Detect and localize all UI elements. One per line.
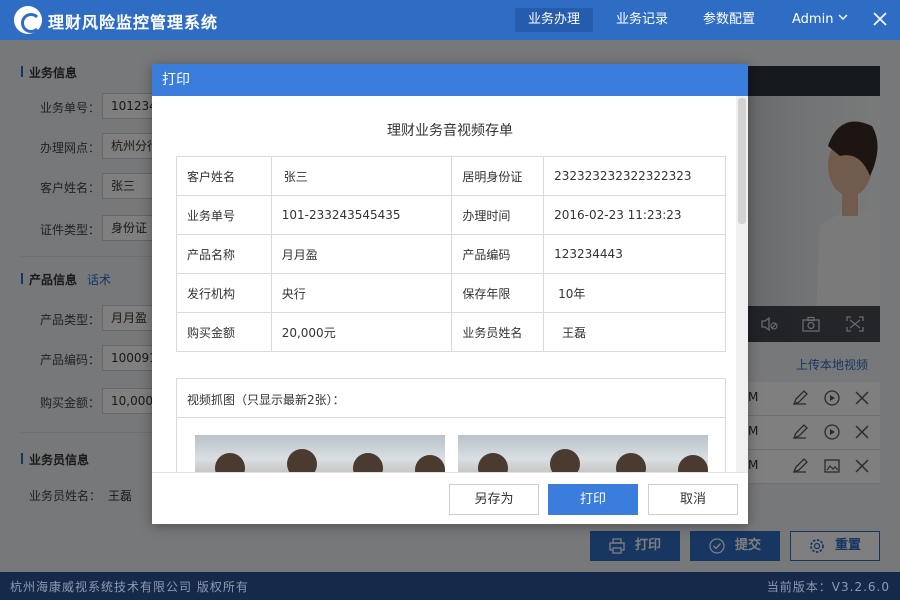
status-bar: 杭州海康威视系统技术有限公司 版权所有 当前版本：V3.2.6.0 <box>0 572 900 600</box>
snapshot-figure <box>415 455 445 472</box>
snapshot-figure <box>215 453 245 472</box>
table-row: 业务单号 101-233243545435 办理时间 2016-02-23 11… <box>176 195 726 235</box>
table-cell-label: 购买金额 <box>176 312 272 352</box>
snapshot-box: 视频抓图（只显示最新2张）： <box>176 378 726 472</box>
dialog-body[interactable]: 理财业务音视频存单 客户姓名 张三 居明身份证 2323232323223223… <box>152 96 748 472</box>
app-logo-icon <box>14 6 42 34</box>
snapshot-image[interactable] <box>195 435 445 472</box>
cancel-button[interactable]: 取消 <box>648 484 738 515</box>
snapshot-image[interactable] <box>458 435 708 472</box>
chevron-down-icon[interactable] <box>838 12 848 22</box>
dialog-footer: 另存为 打印 取消 <box>152 472 748 524</box>
snapshot-figure <box>287 449 317 472</box>
table-cell-label: 居明身份证 <box>451 156 545 196</box>
table-cell-value: 2016-02-23 11:23:23 <box>543 195 726 235</box>
table-row: 购买金额 20,000元 业务员姓名 王磊 <box>176 312 726 352</box>
table-cell-label: 产品名称 <box>176 234 272 274</box>
nav-records[interactable]: 业务记录 <box>603 8 681 32</box>
dialog-title: 打印 <box>152 64 748 96</box>
copyright-text: 杭州海康威视系统技术有限公司 版权所有 <box>10 580 249 594</box>
table-cell-value: 王磊 <box>543 312 726 352</box>
table-cell-label: 办理时间 <box>451 195 545 235</box>
table-cell-value: 101-233243545435 <box>270 195 453 235</box>
table-row: 发行机构 央行 保存年限 10年 <box>176 273 726 313</box>
table-cell-value: 123234443 <box>543 234 726 274</box>
divider <box>177 417 725 418</box>
table-cell-label: 业务员姓名 <box>451 312 545 352</box>
top-bar: 理财风险监控管理系统 业务办理 业务记录 参数配置 Admin <box>0 0 900 40</box>
nav-settings[interactable]: 参数配置 <box>690 8 768 32</box>
scrollbar-thumb[interactable] <box>738 98 746 224</box>
snapshot-figure <box>478 453 508 472</box>
snapshot-figure <box>616 453 646 472</box>
table-row: 客户姓名 张三 居明身份证 232323232322322323 <box>176 156 726 196</box>
snapshot-figure <box>353 453 383 472</box>
version-text: 当前版本：V3.2.6.0 <box>766 580 890 594</box>
info-table: 客户姓名 张三 居明身份证 232323232322322323 业务单号 10… <box>176 156 726 352</box>
snapshot-label: 视频抓图（只显示最新2张）： <box>187 393 345 407</box>
snapshot-figure <box>678 455 708 472</box>
dialog-print-button[interactable]: 打印 <box>548 484 638 515</box>
print-dialog: 打印 理财业务音视频存单 客户姓名 张三 居明身份证 2323232323223… <box>152 64 748 524</box>
table-cell-value: 张三 <box>270 156 453 196</box>
snapshot-figure <box>550 449 580 472</box>
table-cell-value: 20,000元 <box>270 312 453 352</box>
table-cell-label: 保存年限 <box>451 273 545 313</box>
table-cell-label: 业务单号 <box>176 195 272 235</box>
table-cell-label: 发行机构 <box>176 273 272 313</box>
table-cell-label: 产品编码 <box>451 234 545 274</box>
table-cell-value: 232323232322322323 <box>543 156 726 196</box>
table-cell-value: 央行 <box>270 273 453 313</box>
close-icon[interactable] <box>872 11 888 27</box>
app-title: 理财风险监控管理系统 <box>48 13 219 32</box>
table-cell-value: 10年 <box>543 273 726 313</box>
document-title: 理财业务音视频存单 <box>387 123 513 139</box>
user-menu[interactable]: Admin <box>792 8 833 32</box>
table-cell-value: 月月盈 <box>270 234 453 274</box>
table-row: 产品名称 月月盈 产品编码 123234443 <box>176 234 726 274</box>
nav-business[interactable]: 业务办理 <box>515 8 593 32</box>
table-cell-label: 客户姓名 <box>176 156 272 196</box>
save-as-button[interactable]: 另存为 <box>449 484 539 515</box>
